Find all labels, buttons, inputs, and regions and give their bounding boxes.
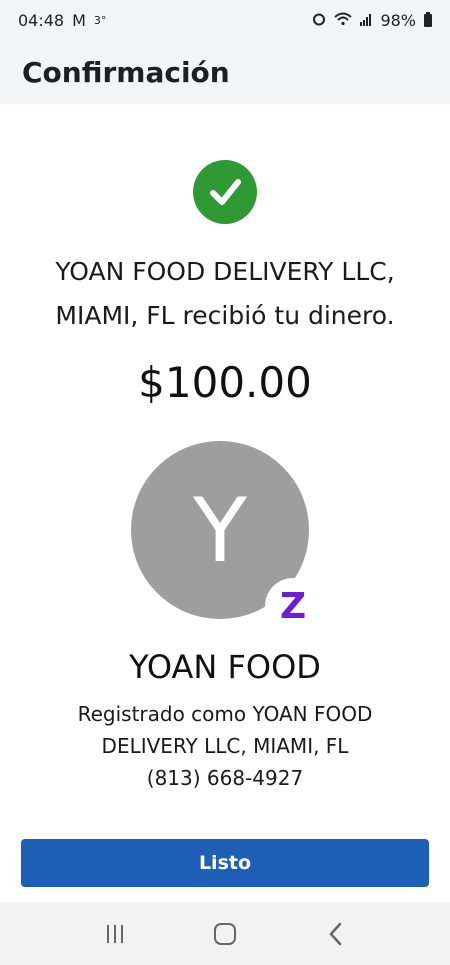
- message-line-1: YOAN FOOD DELIVERY LLC,: [55, 257, 395, 286]
- registered-line-2: DELIVERY LLC, MIAMI, FL: [101, 734, 349, 758]
- wifi-icon: [334, 11, 353, 30]
- recent-apps-icon[interactable]: [95, 914, 135, 954]
- success-check-icon: [193, 160, 257, 224]
- back-icon[interactable]: [315, 914, 355, 954]
- status-small: 3°: [93, 13, 107, 27]
- registration-info: Registrado como YOAN FOOD DELIVERY LLC, …: [0, 698, 450, 794]
- registered-line-1: Registrado como YOAN FOOD: [77, 702, 373, 726]
- recipient-name: YOAN FOOD: [129, 648, 321, 686]
- message-line-2: MIAMI, FL recibió tu dinero.: [55, 301, 395, 330]
- mail-icon: M: [72, 10, 86, 30]
- battery-percent: 98%: [380, 10, 416, 30]
- status-bar: 04:48 M 3° 98%: [0, 0, 450, 40]
- status-time: 04:48: [18, 10, 65, 30]
- status-left: 04:48 M 3°: [18, 11, 106, 30]
- zelle-icon: Z: [265, 578, 321, 634]
- signal-icon: [360, 11, 372, 30]
- page-title: Confirmación: [22, 55, 230, 89]
- navigation-bar: [0, 902, 450, 965]
- done-button[interactable]: Listo: [21, 839, 429, 887]
- alarm-icon: [312, 11, 326, 30]
- app-header: Confirmación: [0, 40, 450, 104]
- amount: $100.00: [138, 358, 312, 407]
- status-right: 98%: [312, 11, 432, 30]
- battery-icon: [424, 11, 432, 27]
- recipient-phone: (813) 668-4927: [146, 766, 304, 790]
- home-icon[interactable]: [205, 914, 245, 954]
- confirmation-message: YOAN FOOD DELIVERY LLC, MIAMI, FL recibi…: [0, 250, 450, 338]
